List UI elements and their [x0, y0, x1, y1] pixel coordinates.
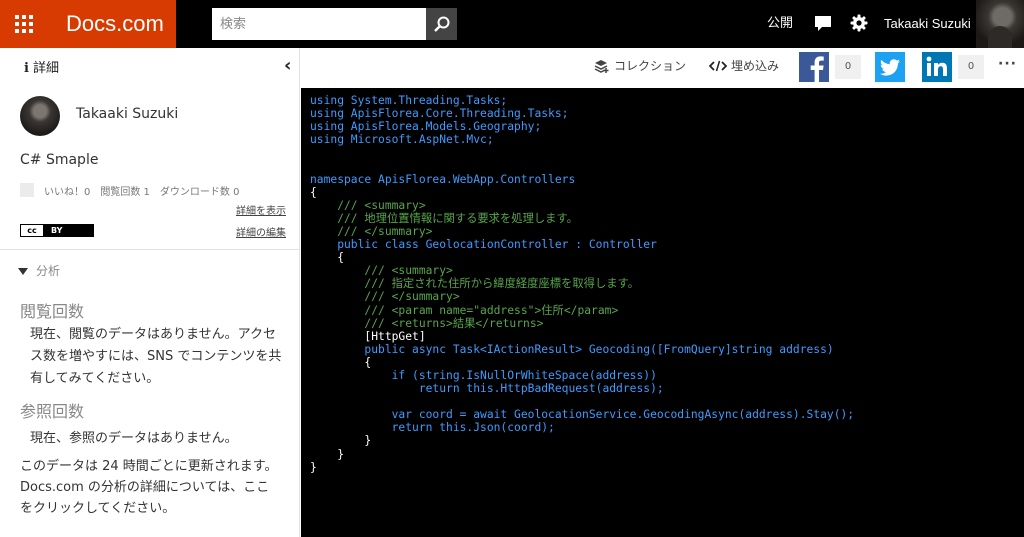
- facebook-icon: [810, 56, 824, 82]
- linkedin-icon: [926, 56, 947, 76]
- code-line: var coord = await GeolocationService.Geo…: [310, 408, 855, 422]
- embed-button[interactable]: 埋め込み: [709, 57, 779, 74]
- license-badge[interactable]: cc BY: [20, 224, 94, 237]
- info-icon: i: [24, 61, 29, 76]
- brand-logo[interactable]: Docs.com: [48, 0, 176, 48]
- code-line: {: [310, 251, 345, 265]
- top-bar: Docs.com 公開 Takaaki Suzuki: [0, 0, 1024, 48]
- waffle-icon: [15, 15, 33, 33]
- like-checkbox[interactable]: [20, 183, 34, 197]
- details-label: 詳細: [32, 61, 59, 76]
- author-name[interactable]: Takaaki Suzuki: [76, 106, 178, 122]
- twitter-icon: [880, 59, 900, 76]
- twitter-share-button[interactable]: [875, 52, 905, 82]
- more-options-button[interactable]: ···: [998, 56, 1017, 72]
- footer-text[interactable]: このデータは 24 時間ごとに更新されます。Docs.com の分析の詳細につい…: [20, 456, 282, 519]
- collection-icon: [594, 59, 609, 73]
- code-line: using System.Threading.Tasks;: [310, 94, 508, 107]
- document-stats: いいね！0 閲覧回数 1 ダウンロード数 0: [44, 187, 240, 198]
- gear-icon[interactable]: [850, 14, 868, 32]
- code-line: using Microsoft.AspNet.Mvc;: [310, 133, 494, 147]
- linkedin-share-button[interactable]: [922, 52, 952, 82]
- embed-label: 埋め込み: [731, 59, 780, 73]
- cc-icon: cc: [21, 225, 43, 236]
- comment-icon[interactable]: [814, 15, 832, 33]
- code-line: /// 指定された住所から緯度経度座標を取得します。: [310, 277, 640, 291]
- views-text: 現在、閲覧のデータはありません。アクセス数を増やすには、SNS でコンテンツを共…: [30, 327, 282, 386]
- code-line: return this.HttpBadRequest(address);: [310, 382, 664, 396]
- views-heading: 閲覧回数: [20, 302, 85, 321]
- analysis-label: 分析: [36, 264, 61, 278]
- code-line: public class GeolocationController : Con…: [310, 238, 657, 252]
- analysis-toggle[interactable]: 分析: [18, 262, 60, 279]
- document-title: C# Smaple: [20, 152, 99, 168]
- code-line: using ApisFlorea.Core.Threading.Tasks;: [310, 107, 569, 121]
- code-line: }: [310, 434, 372, 448]
- facebook-share-button[interactable]: [799, 52, 829, 82]
- linkedin-share-count: 0: [958, 55, 984, 79]
- code-line: using ApisFlorea.Models.Geography;: [310, 120, 542, 134]
- collection-button[interactable]: コレクション: [594, 57, 686, 74]
- username[interactable]: Takaaki Suzuki: [884, 0, 971, 48]
- code-line: /// 地理位置情報に関する要求を処理します。: [310, 211, 578, 225]
- by-label: BY: [51, 226, 63, 235]
- code-line: return this.Json(coord);: [310, 421, 555, 435]
- code-line: [HttpGet]: [310, 329, 426, 343]
- code-line: }: [310, 447, 345, 461]
- details-header[interactable]: i 詳細: [24, 57, 59, 76]
- refs-text: 現在、参照のデータはありません。: [30, 431, 238, 446]
- code-line: {: [310, 185, 317, 199]
- code-line: /// <summary>: [310, 198, 426, 212]
- code-line: /// </summary>: [310, 290, 460, 304]
- search-input[interactable]: [212, 8, 426, 40]
- search-button[interactable]: [426, 8, 457, 40]
- divider: [0, 249, 299, 250]
- refs-heading: 参照回数: [20, 402, 85, 421]
- author-avatar[interactable]: [20, 96, 60, 136]
- code-line: if (string.IsNullOrWhiteSpace(address)): [310, 368, 657, 382]
- code-line: namespace ApisFlorea.WebApp.Controllers: [310, 172, 576, 186]
- facebook-share-count: 0: [835, 55, 861, 79]
- triangle-down-icon: [18, 268, 28, 275]
- collapse-panel-button[interactable]: ‹: [284, 55, 291, 76]
- user-avatar[interactable]: [976, 0, 1024, 48]
- code-line: public async Task<IActionResult> Geocodi…: [310, 342, 834, 356]
- code-line: }: [310, 460, 317, 474]
- collection-label: コレクション: [614, 59, 687, 73]
- code-viewer[interactable]: using System.Threading.Tasks; using Apis…: [301, 88, 1024, 537]
- details-panel: i 詳細 ‹ Takaaki Suzuki C# Smaple いいね！0 閲覧回…: [0, 48, 300, 537]
- code-line: {: [310, 355, 372, 369]
- code-line: /// <summary>: [310, 264, 453, 278]
- code-line: /// <returns>結果</returns>: [310, 316, 544, 330]
- code-line: /// <param name="address">住所</param>: [310, 303, 619, 317]
- app-launcher-button[interactable]: [0, 0, 48, 48]
- search-icon: [433, 16, 449, 32]
- public-link[interactable]: 公開: [767, 0, 793, 48]
- code-line: /// </summary>: [310, 224, 433, 238]
- show-details-link[interactable]: 詳細を表示: [236, 202, 286, 217]
- edit-details-link[interactable]: 詳細の編集: [236, 224, 286, 239]
- code-icon: [709, 60, 727, 71]
